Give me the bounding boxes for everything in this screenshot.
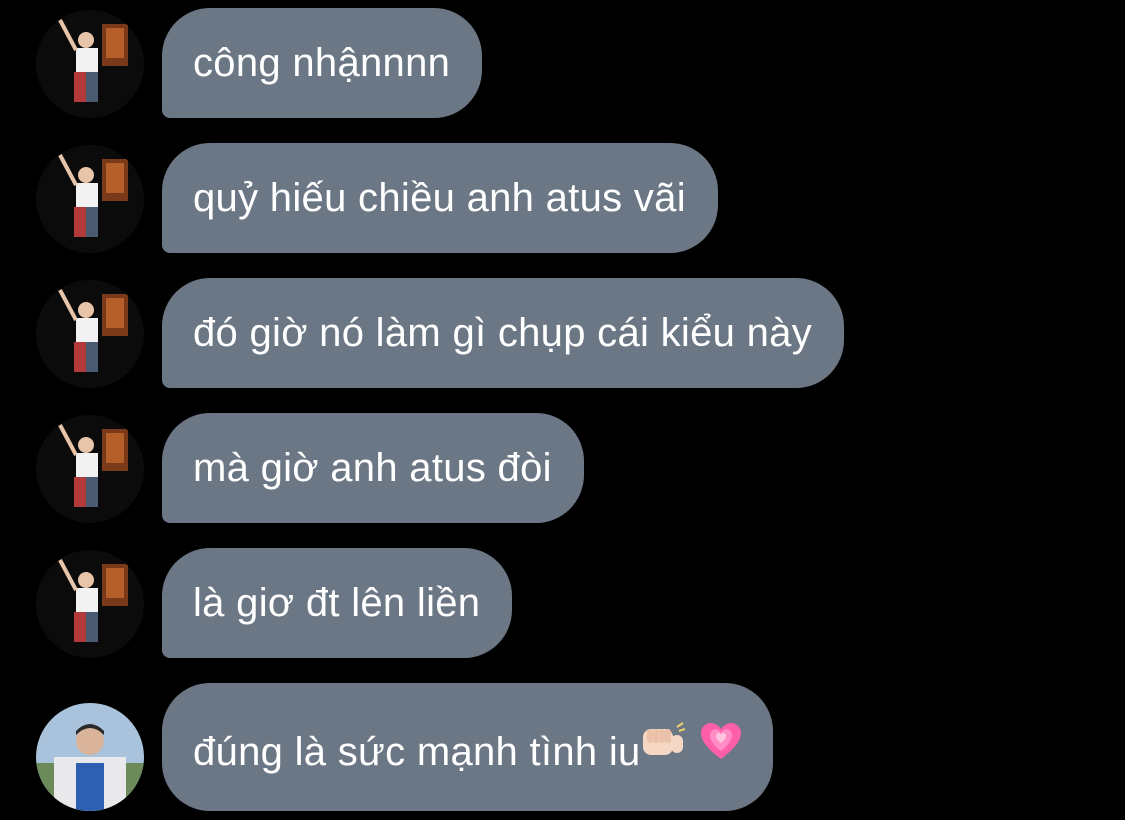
- friend-avatar[interactable]: [36, 145, 144, 253]
- friend-avatar[interactable]: [36, 550, 144, 658]
- message-bubble[interactable]: đó giờ nó làm gì chụp cái kiểu này: [162, 278, 845, 388]
- message-bubble[interactable]: quỷ hiếu chiều anh atus vãi: [162, 143, 718, 253]
- message-text: đó giờ nó làm gì chụp cái kiểu này: [193, 311, 813, 355]
- message-bubble[interactable]: đúng là sức mạnh tình iu: [162, 683, 773, 811]
- message-text: là giơ đt lên liền: [193, 581, 481, 625]
- message-bubble[interactable]: công nhậnnnn: [162, 8, 483, 118]
- message-text: quỷ hiếu chiều anh atus vãi: [193, 176, 686, 220]
- chat-thread: công nhậnnnn quỷ hiếu chiều anh atus vãi: [0, 0, 1125, 820]
- message-text: công nhậnnnn: [193, 41, 451, 85]
- message-text: mà giờ anh atus đòi: [193, 446, 552, 490]
- friend-avatar[interactable]: [36, 280, 144, 388]
- message-bubble[interactable]: là giơ đt lên liền: [162, 548, 513, 658]
- message-text: đúng là sức mạnh tình iu: [193, 730, 641, 774]
- message-bubble[interactable]: mà giờ anh atus đòi: [162, 413, 584, 523]
- growing-heart-emoji: [700, 679, 741, 817]
- friend-avatar[interactable]: [36, 415, 144, 523]
- facepunch-emoji: [641, 679, 685, 817]
- friend-avatar[interactable]: [36, 10, 144, 118]
- user-avatar[interactable]: [36, 703, 144, 811]
